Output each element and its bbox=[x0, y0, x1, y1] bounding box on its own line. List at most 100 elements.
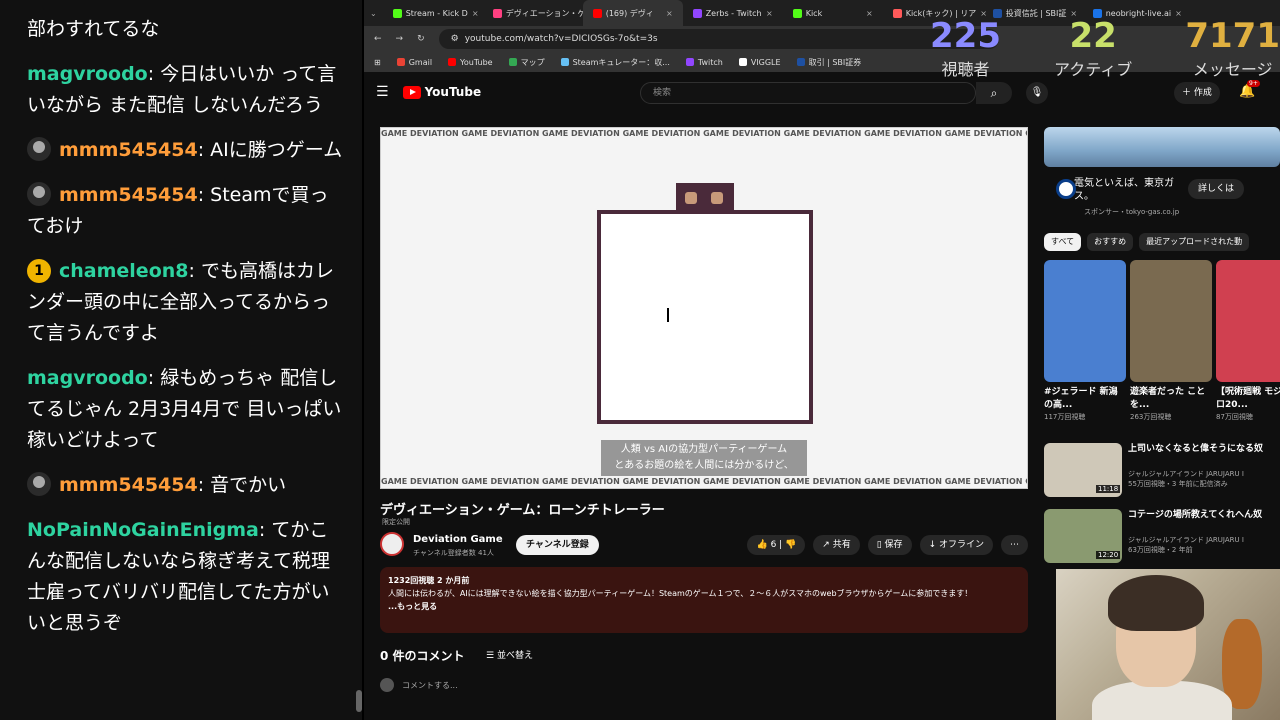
chat-username[interactable]: chameleon8 bbox=[59, 260, 189, 282]
create-button[interactable]: ＋ 作成 bbox=[1174, 82, 1220, 104]
browser-tab[interactable]: Zerbs - Twitch × bbox=[683, 0, 783, 26]
dislike-icon[interactable]: 👎 bbox=[785, 540, 796, 550]
chat-text: 部わすれてるな bbox=[27, 18, 160, 40]
chat-scrollbar[interactable] bbox=[356, 690, 362, 712]
forward-icon[interactable]: → bbox=[396, 34, 404, 44]
close-tab-icon[interactable]: × bbox=[766, 9, 773, 18]
video-meta: ジャルジャルアイランド JARUJARU I 55万回視聴・3 年前に配信済み bbox=[1128, 469, 1244, 489]
tab-favicon-icon bbox=[692, 8, 702, 18]
notifications-button[interactable]: 🔔 9+ bbox=[1239, 80, 1260, 99]
video-title: デヴィエーション・ゲーム：ローンチトレーラー bbox=[380, 503, 665, 518]
tab-favicon-icon bbox=[492, 8, 502, 18]
tab-label: Stream - Kick D bbox=[405, 8, 468, 18]
view-info: 55万回視聴・3 年前に配信済み bbox=[1128, 480, 1228, 488]
bookmark-item[interactable]: YouTube bbox=[448, 58, 493, 67]
bookmark-favicon-icon bbox=[396, 58, 405, 66]
browser-tab[interactable]: Stream - Kick D × bbox=[383, 0, 483, 26]
bookmark-label: Gmail bbox=[408, 57, 433, 67]
close-tab-icon[interactable]: × bbox=[666, 9, 673, 18]
tab-favicon-icon bbox=[792, 8, 802, 18]
bookmark-item[interactable]: Twitch bbox=[685, 58, 723, 67]
site-info-icon[interactable]: ⚙ bbox=[451, 34, 459, 44]
tab-label: 投資信託 | SBI証 bbox=[1005, 8, 1067, 18]
chat-username[interactable]: mmm545454 bbox=[59, 139, 198, 161]
chat-username[interactable]: mmm545454 bbox=[59, 184, 198, 206]
bookmark-item[interactable]: マップ bbox=[508, 57, 545, 68]
tab-label: Zerbs - Twitch bbox=[705, 8, 762, 18]
comment-input[interactable]: コメントする... bbox=[380, 678, 458, 692]
search-button[interactable]: ⌕ bbox=[976, 82, 1012, 104]
close-tab-icon[interactable]: × bbox=[1175, 9, 1182, 18]
bookmark-favicon-icon bbox=[448, 58, 457, 66]
video-player[interactable]: GAME DEVIATION GAME DEVIATION GAME DEVIA… bbox=[380, 127, 1028, 489]
browser-tab[interactable]: デヴィエーション・ゲ× bbox=[483, 0, 596, 26]
like-button[interactable]: 👍 6 | 👎 bbox=[747, 535, 806, 555]
view-info: 63万回視聴・2 年前 bbox=[1128, 546, 1193, 554]
video-actions: 👍 6 | 👎 ↗ 共有 ▯ 保存 ↓ オフライン ⋯ bbox=[747, 535, 1028, 555]
bookmark-item[interactable]: Steamキュレーター：収... bbox=[560, 57, 670, 68]
close-tab-icon[interactable]: × bbox=[472, 9, 479, 18]
recommended-video[interactable]: 12:20 コテージの場所教えてくれへん奴 ジャルジャルアイランド JARUJARU… bbox=[1044, 509, 1280, 571]
short-title: 【呪術廻戦 モジュロ20... bbox=[1216, 387, 1280, 410]
bookmark-label: 取引 | SBI証券 bbox=[808, 57, 862, 67]
short-item[interactable]: #ジェラード 新潟の高... 117万回視聴 bbox=[1044, 260, 1126, 422]
game-character-head bbox=[676, 183, 734, 211]
filter-chip[interactable]: 最近アップロードされた動 bbox=[1139, 233, 1250, 251]
back-icon[interactable]: ← bbox=[374, 34, 382, 44]
voice-search-button[interactable]: 🎙 bbox=[1026, 82, 1048, 104]
browser-tab[interactable]: neobright-live.ai × bbox=[1083, 0, 1183, 26]
menu-icon[interactable]: ☰ bbox=[376, 84, 389, 100]
short-item[interactable]: 遊楽者だった ことを... 263万回視聴 bbox=[1130, 260, 1212, 422]
save-button[interactable]: ▯ 保存 bbox=[867, 535, 912, 555]
browser-tab[interactable]: 投資信託 | SBI証 × bbox=[983, 0, 1083, 26]
save-label: 保存 bbox=[884, 540, 903, 550]
tab-list-icon[interactable]: ⌄ bbox=[370, 9, 377, 18]
channel-avatar[interactable] bbox=[380, 532, 404, 556]
bookmark-label: マップ bbox=[520, 57, 545, 67]
share-label: 共有 bbox=[832, 540, 851, 550]
chat-username[interactable]: magvroodo bbox=[27, 367, 148, 389]
sort-button[interactable]: ☰ 並べ替え bbox=[486, 648, 533, 661]
chat-username[interactable]: magvroodo bbox=[27, 63, 148, 85]
chat-message: magvroodo: 緑もめっちゃ 配信してるじゃん 2月3月4月で 目いっぱい… bbox=[27, 367, 342, 451]
more-actions-button[interactable]: ⋯ bbox=[1001, 535, 1028, 555]
bookmark-item[interactable]: VIGGLE bbox=[738, 58, 781, 67]
chat-message: magvroodo: 今日はいいか って言いながら また配信 しないんだろう bbox=[27, 63, 337, 116]
recommended-video[interactable]: 11:18 上司いなくなると偉そうになる奴 ジャルジャルアイランド JARUJARU… bbox=[1044, 443, 1280, 505]
chat-username[interactable]: NoPainNoGainEnigma bbox=[27, 519, 259, 541]
notification-count: 9+ bbox=[1247, 80, 1260, 87]
offline-label: オフライン bbox=[938, 540, 984, 550]
character-eye bbox=[711, 192, 723, 204]
youtube-logo[interactable]: YouTube bbox=[402, 85, 481, 99]
close-tab-icon[interactable]: × bbox=[866, 9, 873, 18]
ad-card[interactable]: 電気といえば、東京ガス。 スポンサー・tokyo-gas.co.jp 詳しくは bbox=[1044, 127, 1280, 225]
chat-username[interactable]: mmm545454 bbox=[59, 474, 198, 496]
bookmark-label: YouTube bbox=[460, 57, 493, 67]
character-eye bbox=[685, 192, 697, 204]
browser-tab[interactable]: Kick × bbox=[783, 0, 883, 26]
tab-label: Kick bbox=[805, 8, 823, 18]
search-input[interactable]: 検索 bbox=[640, 82, 976, 104]
close-tab-icon[interactable]: × bbox=[1070, 9, 1077, 18]
share-button[interactable]: ↗ 共有 bbox=[813, 535, 860, 555]
download-button[interactable]: ↓ オフライン bbox=[919, 535, 993, 555]
ad-learn-more-button[interactable]: 詳しくは bbox=[1188, 179, 1245, 199]
screen: 部わすれてるな magvroodo: 今日はいいか って言いながら また配信 しな… bbox=[0, 0, 1280, 720]
apps-icon[interactable]: ⊞ bbox=[374, 58, 381, 67]
bookmark-item[interactable]: Gmail bbox=[396, 57, 433, 67]
user-avatar bbox=[380, 678, 394, 692]
short-item[interactable]: 【呪術廻戦 モジュロ20... 87万回視聴 bbox=[1216, 260, 1280, 422]
reload-icon[interactable]: ↻ bbox=[417, 34, 425, 44]
subscribe-button[interactable]: チャンネル登録 bbox=[516, 535, 599, 555]
chat-message: 1 chameleon8: でも高橋はカレンダー頭の中に全部入ってるからって言うん… bbox=[27, 259, 334, 344]
channel-name[interactable]: Deviation Game bbox=[413, 534, 503, 545]
filter-chip[interactable]: すべて bbox=[1044, 233, 1082, 251]
shorts-row: #ジェラード 新潟の高... 117万回視聴 遊楽者だった ことを... 263万回視… bbox=[1044, 260, 1280, 422]
filter-chip[interactable]: おすすめ bbox=[1087, 233, 1134, 251]
bookmark-item[interactable]: 取引 | SBI証券 bbox=[796, 57, 862, 68]
description-box[interactable]: 1232回視聴 2 か月前 人間には伝わるが、AIには理解できない絵を描く協力型… bbox=[380, 567, 1028, 633]
url-field[interactable]: ⚙ youtube.com/watch?v=DICIOSGs-7o&t=3s bbox=[438, 29, 999, 49]
browser-tab[interactable]: Kick(キック) | リア × bbox=[883, 0, 987, 26]
show-more-link[interactable]: ...もっと見る bbox=[388, 600, 1020, 613]
browser-tab[interactable]: (169) デヴィ × bbox=[582, 0, 683, 26]
